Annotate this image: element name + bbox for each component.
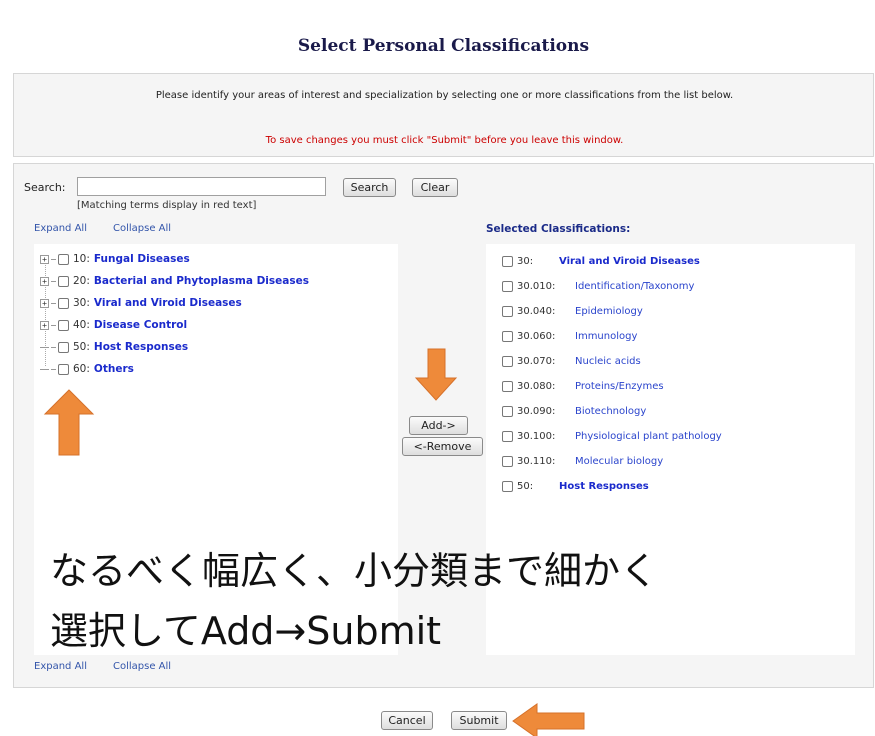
left-arrow-icon xyxy=(512,703,585,736)
up-arrow-icon xyxy=(43,389,95,456)
annotation-text-line1: なるべく幅広く、小分類まで細かく xyxy=(50,549,659,593)
down-arrow-icon xyxy=(414,348,458,401)
annotation-text-line2: 選択してAdd→Submit xyxy=(50,609,442,653)
submit-button[interactable]: Submit xyxy=(451,711,507,730)
cancel-button[interactable]: Cancel xyxy=(381,711,433,730)
